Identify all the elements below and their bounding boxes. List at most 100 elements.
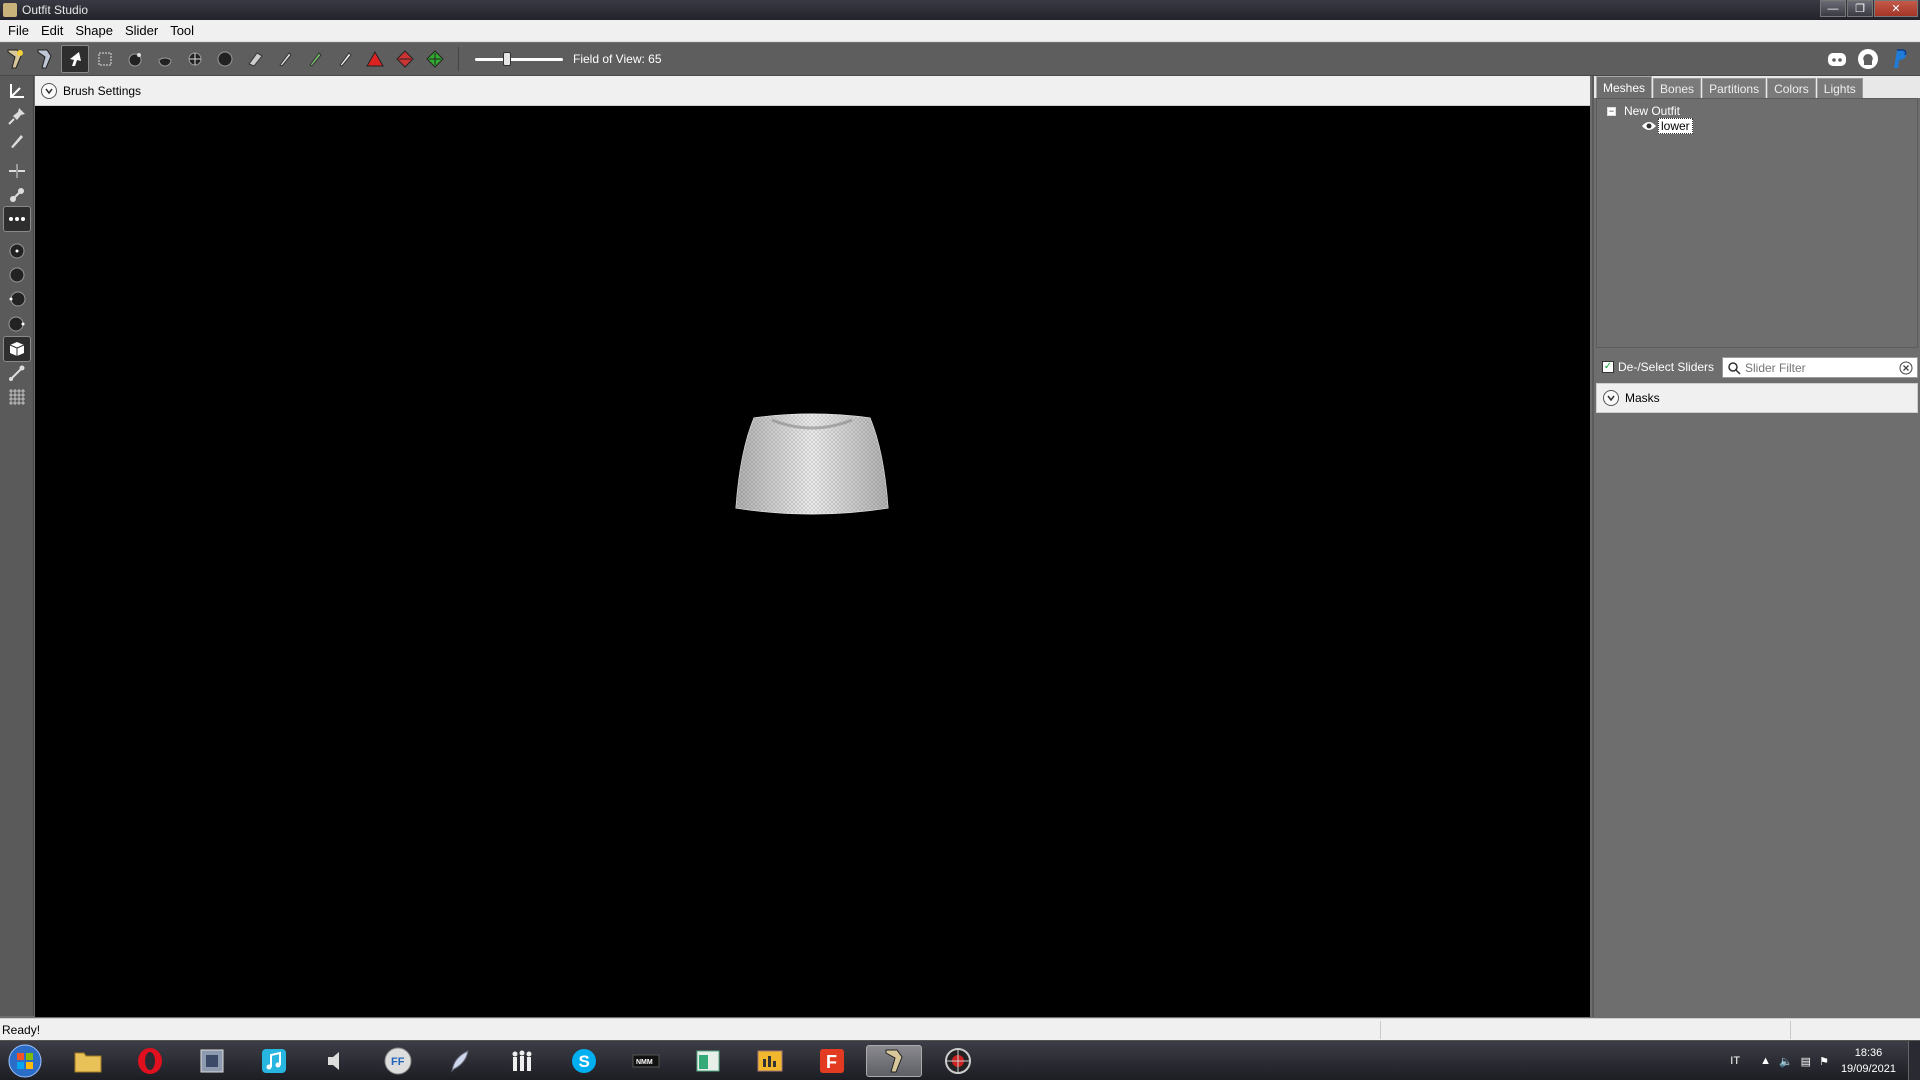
taskbar-foxit[interactable]: F	[812, 1045, 852, 1077]
restore-button[interactable]: ❐	[1847, 0, 1873, 17]
masks-header[interactable]: Masks	[1596, 383, 1918, 413]
load-outfit-button[interactable]	[31, 45, 59, 73]
taskbar-media-app[interactable]	[192, 1045, 232, 1077]
slider-thumb[interactable]	[502, 52, 511, 66]
tree-root-row[interactable]: − New Outfit	[1607, 104, 1680, 118]
field-of-view-label: Field of View: 65	[573, 52, 662, 66]
tab-lights[interactable]: Lights	[1816, 78, 1863, 98]
vertex-edit-button[interactable]	[3, 128, 31, 154]
smooth-brush-button[interactable]	[211, 45, 239, 73]
folder-icon	[74, 1052, 102, 1073]
tab-partitions[interactable]: Partitions	[1702, 78, 1767, 98]
show-desktop-button[interactable]	[1908, 1041, 1920, 1080]
status-bar: Ready!	[0, 1018, 1920, 1040]
wireframe-toggle-button[interactable]	[3, 336, 31, 362]
move-brush-button[interactable]	[181, 45, 209, 73]
3d-viewport[interactable]	[35, 106, 1590, 1017]
select-tool-button[interactable]	[61, 45, 89, 73]
paypal-icon	[1894, 49, 1907, 68]
split-edge-button[interactable]	[421, 45, 449, 73]
clock-date: 19/09/2021	[1840, 1063, 1896, 1075]
volume-icon[interactable]: 🔈	[1779, 1055, 1793, 1068]
mask-tool-button[interactable]	[91, 45, 119, 73]
brush-size-small-button[interactable]	[3, 238, 31, 264]
tray-expand-icon[interactable]: ▲	[1760, 1055, 1771, 1067]
mesh-tree: − New Outfit lower	[1596, 98, 1918, 348]
brush-size-medium-button[interactable]	[3, 262, 31, 288]
network-icon[interactable]: ▤	[1801, 1055, 1811, 1068]
taskbar-audio-tool[interactable]	[316, 1045, 356, 1077]
menu-file[interactable]: File	[2, 23, 35, 38]
load-reference-button[interactable]	[1, 45, 29, 73]
taskbar-opera[interactable]	[130, 1045, 170, 1077]
start-orb-icon[interactable]	[6, 1043, 44, 1079]
weight-brush-button[interactable]	[271, 45, 299, 73]
inflate-brush-button[interactable]	[121, 45, 149, 73]
taskbar-explorer[interactable]	[68, 1045, 108, 1077]
show-points-button[interactable]	[3, 206, 31, 232]
dots-icon	[9, 217, 25, 221]
taskbar-bodyslide[interactable]	[750, 1045, 790, 1077]
collapse-vertex-button[interactable]	[361, 45, 389, 73]
undiff-brush-button[interactable]	[241, 45, 269, 73]
menu-slider[interactable]: Slider	[119, 23, 164, 38]
tree-mesh-row[interactable]: lower	[1641, 118, 1693, 134]
tab-meshes[interactable]: Meshes	[1596, 76, 1653, 98]
alpha-brush-button[interactable]	[331, 45, 359, 73]
connected-only-button[interactable]	[3, 182, 31, 208]
flip-edge-button[interactable]	[391, 45, 419, 73]
collapse-icon[interactable]: −	[1607, 106, 1616, 116]
tab-colors[interactable]: Colors	[1767, 78, 1816, 98]
target-icon	[945, 1048, 971, 1074]
minimize-button[interactable]: —	[1820, 0, 1846, 17]
taskbar-mod-manager[interactable]: NMM	[626, 1045, 666, 1077]
menu-shape[interactable]: Shape	[69, 23, 119, 38]
mirror-x-button[interactable]	[3, 158, 31, 184]
taskbar-feather-app[interactable]	[440, 1045, 480, 1077]
taskbar-outfit-studio[interactable]	[866, 1045, 922, 1077]
skype-icon: S	[572, 1049, 596, 1073]
weight-pen-icon	[279, 52, 292, 67]
status-text: Ready!	[2, 1022, 41, 1037]
slider-filter-input[interactable]	[1745, 360, 1885, 375]
language-indicator[interactable]: IT	[1730, 1055, 1740, 1067]
paypal-button[interactable]	[1885, 45, 1913, 73]
action-center-flag-icon[interactable]: ⚑	[1819, 1055, 1829, 1068]
brush-strength-button[interactable]	[3, 311, 31, 337]
color-pen-icon	[309, 52, 322, 67]
clear-filter-icon[interactable]	[1899, 361, 1913, 375]
brush-settings-title: Brush Settings	[63, 83, 142, 98]
discord-button[interactable]	[1823, 45, 1851, 73]
taskbar-game-launcher[interactable]	[938, 1045, 978, 1077]
grid-toggle-button[interactable]	[3, 384, 31, 410]
foxit-icon: F	[820, 1049, 844, 1073]
bone-tool-button[interactable]	[3, 360, 31, 386]
brush-falloff-button[interactable]	[3, 286, 31, 312]
tree-mesh-label[interactable]: lower	[1658, 118, 1693, 134]
close-button[interactable]: ✕	[1874, 0, 1918, 17]
tab-bones[interactable]: Bones	[1653, 78, 1702, 98]
clock[interactable]: 18:36 19/09/2021	[1841, 1045, 1896, 1077]
taskbar-skype[interactable]: S	[564, 1045, 604, 1077]
menu-edit[interactable]: Edit	[35, 23, 69, 38]
music-note-icon	[262, 1049, 286, 1073]
taskbar-window-app[interactable]	[688, 1045, 728, 1077]
pivot-tool-button[interactable]	[3, 103, 31, 129]
field-of-view-slider[interactable]	[475, 49, 563, 69]
transform-tool-button[interactable]	[3, 78, 31, 104]
skirt-mesh[interactable]	[732, 412, 892, 520]
brush-settings-header[interactable]: Brush Settings	[35, 76, 1590, 106]
chevron-down-icon[interactable]	[41, 82, 57, 99]
menu-tool[interactable]: Tool	[164, 23, 200, 38]
taskbar-music[interactable]	[254, 1045, 294, 1077]
chevron-down-icon[interactable]	[1603, 390, 1619, 406]
deflate-brush-button[interactable]	[151, 45, 179, 73]
cursor-icon	[70, 52, 81, 66]
deselect-sliders-checkbox[interactable]: ✓	[1602, 361, 1614, 373]
github-button[interactable]	[1854, 45, 1882, 73]
taskbar-people-app[interactable]	[502, 1045, 542, 1077]
color-brush-button[interactable]	[301, 45, 329, 73]
eye-icon[interactable]	[1641, 120, 1657, 132]
taskbar-ffdec[interactable]: FF	[378, 1045, 418, 1077]
svg-text:FF: FF	[391, 1056, 405, 1068]
